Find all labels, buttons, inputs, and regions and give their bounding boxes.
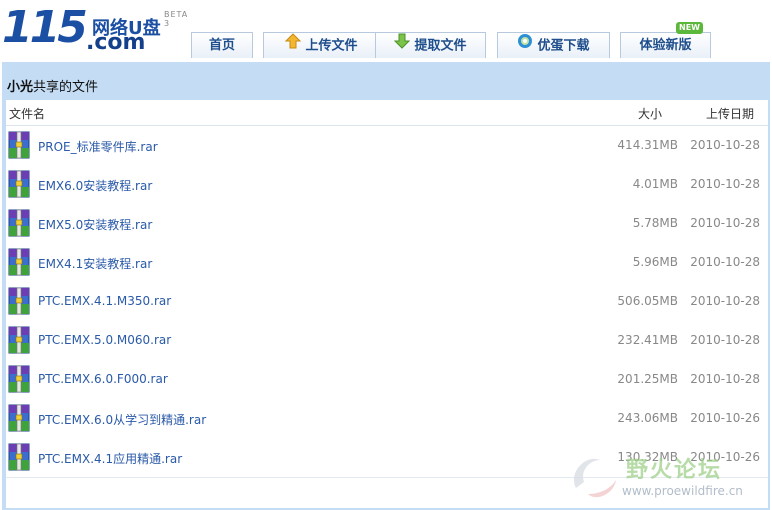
header-filename[interactable]: 文件名 bbox=[9, 105, 45, 122]
site-header: 115 网络U盘 .com BETA 3 首页 上传文件 提取文件 优蛋下载 体… bbox=[0, 0, 772, 62]
file-upload-date: 2010-10-28 bbox=[690, 177, 760, 191]
rar-file-icon bbox=[8, 170, 30, 198]
file-size: 130.32MB bbox=[617, 450, 678, 464]
nav-upload[interactable]: 上传文件 bbox=[263, 32, 380, 58]
file-name-link[interactable]: PTC.EMX.6.0.F000.rar bbox=[38, 372, 168, 386]
rar-file-icon bbox=[8, 326, 30, 354]
file-upload-date: 2010-10-28 bbox=[690, 138, 760, 152]
download-arrow-icon bbox=[394, 33, 411, 59]
file-name-link[interactable]: EMX5.0安装教程.rar bbox=[38, 216, 152, 233]
file-size: 5.78MB bbox=[632, 216, 678, 230]
table-row[interactable]: PTC.EMX.6.0.F000.rar 201.25MB 2010-10-28 bbox=[6, 360, 768, 400]
file-size: 414.31MB bbox=[617, 138, 678, 152]
table-row[interactable]: EMX6.0安装教程.rar 4.01MB 2010-10-28 bbox=[6, 165, 768, 205]
rar-file-icon bbox=[8, 443, 30, 471]
file-size: 506.05MB bbox=[617, 294, 678, 308]
shared-files-panel: 小光共享的文件 文件名 大小 上传日期 PROE_标准零件库.rar 414.31… bbox=[2, 62, 770, 510]
nav-label: 提取文件 bbox=[414, 38, 467, 54]
logo-number: 115 bbox=[2, 2, 88, 53]
logo-domain: .com bbox=[86, 30, 146, 55]
file-upload-date: 2010-10-28 bbox=[690, 372, 760, 386]
nav-label: 体验新版 bbox=[639, 38, 692, 53]
youdan-egg-icon bbox=[517, 33, 533, 59]
table-row[interactable]: PROE_标准零件库.rar 414.31MB 2010-10-28 bbox=[6, 126, 768, 166]
table-row[interactable]: PTC.EMX.4.1.M350.rar 506.05MB 2010-10-28 bbox=[6, 282, 768, 322]
file-name-link[interactable]: PTC.EMX.4.1应用精通.rar bbox=[38, 450, 182, 467]
logo-beta-label: BETA 3 bbox=[164, 10, 189, 28]
nav-label: 上传文件 bbox=[305, 38, 358, 54]
file-name-link[interactable]: PTC.EMX.5.0.M060.rar bbox=[38, 333, 171, 347]
file-size: 5.96MB bbox=[632, 255, 678, 269]
table-row[interactable]: EMX4.1安装教程.rar 5.96MB 2010-10-28 bbox=[6, 243, 768, 283]
file-upload-date: 2010-10-28 bbox=[690, 216, 760, 230]
panel-title-suffix: 共享的文件 bbox=[33, 80, 99, 95]
file-name-link[interactable]: EMX6.0安装教程.rar bbox=[38, 177, 152, 194]
file-size: 4.01MB bbox=[632, 177, 678, 191]
file-name-link[interactable]: EMX4.1安装教程.rar bbox=[38, 255, 152, 272]
file-name-link[interactable]: PROE_标准零件库.rar bbox=[38, 138, 158, 155]
file-size: 232.41MB bbox=[617, 333, 678, 347]
new-badge: NEW bbox=[676, 22, 703, 34]
rar-file-icon bbox=[8, 287, 30, 315]
nav-label: 首页 bbox=[208, 38, 235, 53]
nav-label: 优蛋下载 bbox=[537, 38, 590, 54]
table-row[interactable]: PTC.EMX.6.0从学习到精通.rar 243.06MB 2010-10-26 bbox=[6, 399, 768, 439]
table-row[interactable]: PTC.EMX.5.0.M060.rar 232.41MB 2010-10-28 bbox=[6, 321, 768, 361]
rar-file-icon bbox=[8, 248, 30, 276]
site-logo[interactable]: 115 网络U盘 .com BETA 3 bbox=[2, 2, 192, 56]
rar-file-icon bbox=[8, 209, 30, 237]
panel-title: 小光共享的文件 bbox=[7, 76, 98, 95]
upload-arrow-icon bbox=[285, 33, 302, 59]
file-size: 201.25MB bbox=[617, 372, 678, 386]
file-upload-date: 2010-10-28 bbox=[690, 255, 760, 269]
header-size[interactable]: 大小 bbox=[638, 105, 662, 122]
file-name-link[interactable]: PTC.EMX.4.1.M350.rar bbox=[38, 294, 171, 308]
file-table: 文件名 大小 上传日期 PROE_标准零件库.rar 414.31MB 2010-1… bbox=[6, 100, 768, 508]
owner-name: 小光 bbox=[7, 80, 34, 95]
file-name-link[interactable]: PTC.EMX.6.0从学习到精通.rar bbox=[38, 411, 206, 428]
file-upload-date: 2010-10-26 bbox=[690, 450, 760, 464]
rar-file-icon bbox=[8, 365, 30, 393]
nav-youdan-download[interactable]: 优蛋下载 bbox=[497, 32, 610, 58]
nav-try-new-version[interactable]: 体验新版 bbox=[620, 32, 711, 58]
file-size: 243.06MB bbox=[617, 411, 678, 425]
header-upload-date[interactable]: 上传日期 bbox=[706, 105, 754, 122]
nav-home[interactable]: 首页 bbox=[191, 32, 253, 58]
table-row[interactable]: PTC.EMX.4.1应用精通.rar 130.32MB 2010-10-26 bbox=[6, 438, 768, 478]
nav-retrieve[interactable]: 提取文件 bbox=[375, 32, 486, 58]
rar-file-icon bbox=[8, 131, 30, 159]
file-upload-date: 2010-10-28 bbox=[690, 333, 760, 347]
table-row[interactable]: EMX5.0安装教程.rar 5.78MB 2010-10-28 bbox=[6, 204, 768, 244]
file-upload-date: 2010-10-28 bbox=[690, 294, 760, 308]
file-upload-date: 2010-10-26 bbox=[690, 411, 760, 425]
table-header: 文件名 大小 上传日期 bbox=[6, 100, 768, 126]
rar-file-icon bbox=[8, 404, 30, 432]
